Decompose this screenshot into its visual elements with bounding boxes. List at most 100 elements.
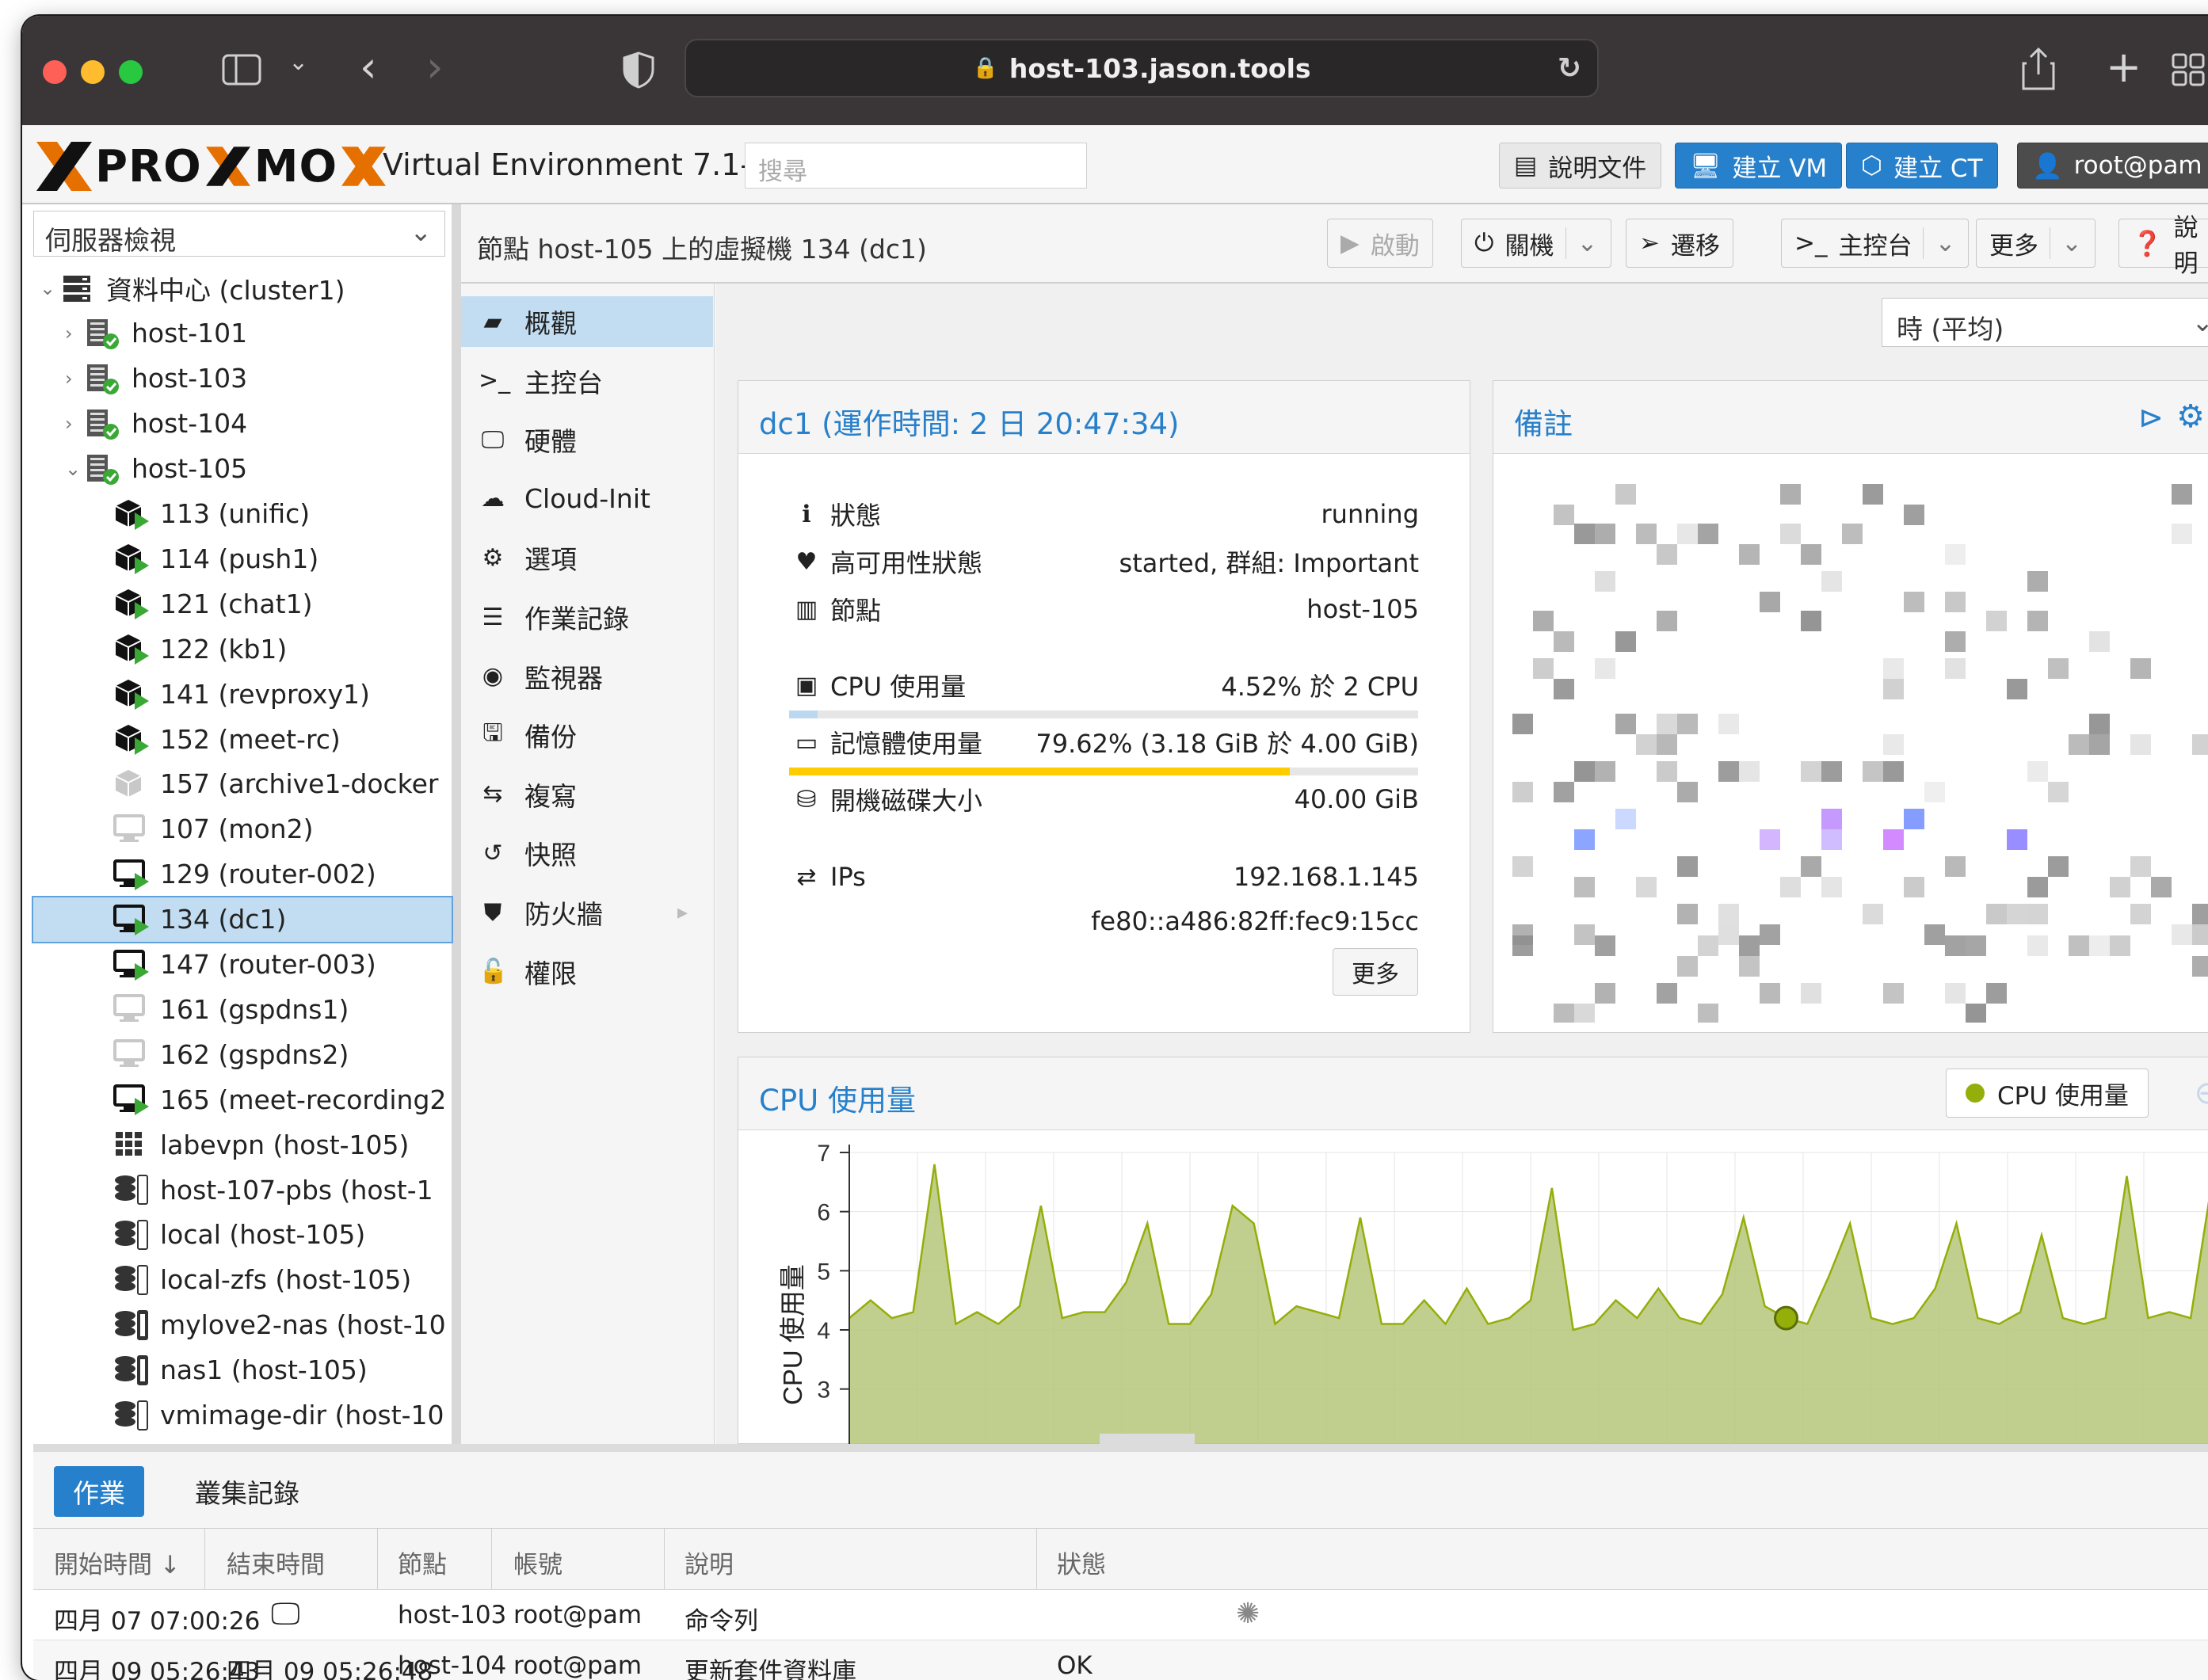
data-point[interactable] — [996, 1322, 1001, 1327]
create-ct-button[interactable]: ⬡ 建立 CT — [1846, 143, 1998, 189]
tree-node[interactable]: host-107-pbs (host-1 — [33, 1168, 452, 1212]
data-point[interactable] — [1401, 1322, 1405, 1327]
chevron-down-icon[interactable]: ⌄ — [1935, 229, 1955, 257]
tree-node[interactable]: ⌄ 資料中心 (cluster1) — [33, 266, 452, 310]
tree-node[interactable]: 162 (gspdns2) — [33, 1032, 452, 1076]
tree-node[interactable]: › host-103 — [33, 356, 452, 401]
tree-node[interactable]: mylove2-nas (host-10 — [33, 1303, 452, 1347]
column-node[interactable]: 節點 — [398, 1545, 447, 1580]
tree-node[interactable]: 121 (chat1) — [33, 581, 452, 626]
data-point[interactable] — [1699, 1322, 1703, 1327]
collapse-icon[interactable]: ⌄ — [65, 458, 82, 480]
data-point[interactable] — [1805, 1322, 1809, 1327]
data-point[interactable] — [1954, 1221, 1959, 1226]
data-point[interactable] — [1081, 1310, 1086, 1315]
data-point[interactable] — [1188, 1322, 1192, 1327]
data-point[interactable] — [1528, 1298, 1533, 1303]
tree-node[interactable]: ⌄ host-105 — [33, 447, 452, 491]
data-point[interactable] — [2103, 1316, 2108, 1320]
close-window-button[interactable] — [43, 60, 67, 84]
collapse-icon[interactable]: ⊖ — [2194, 1075, 2208, 1111]
menu-item[interactable]: ⇆ 複寫 — [461, 769, 713, 820]
column-end-time[interactable]: 結束時間 — [227, 1545, 325, 1580]
menu-item[interactable]: ▰ 概觀 — [461, 296, 713, 347]
data-point[interactable] — [932, 1162, 937, 1167]
address-bar[interactable]: 🔒 host-103.jason.tools ↻ — [685, 39, 1599, 97]
tree-node[interactable]: local (host-105) — [33, 1213, 452, 1257]
data-point[interactable] — [1996, 1322, 2001, 1327]
more-ips-button[interactable]: 更多 — [1333, 948, 1418, 996]
data-point[interactable] — [2188, 1316, 2193, 1320]
data-point[interactable] — [1422, 1298, 1427, 1303]
data-point[interactable] — [1337, 1316, 1341, 1320]
menu-item[interactable]: ◉ 監視器 — [461, 651, 713, 702]
data-point[interactable] — [953, 1322, 958, 1327]
menu-item[interactable]: ⚙ 選項 — [461, 532, 713, 583]
tree-node[interactable]: vmimage-dir (host-10 — [33, 1393, 452, 1438]
column-start-time[interactable]: 開始時間 ↓ — [54, 1545, 181, 1580]
data-point[interactable] — [1763, 1304, 1768, 1309]
expand-icon[interactable]: › — [65, 322, 82, 345]
tree-node[interactable]: 165 (meet-recording2 — [33, 1077, 452, 1122]
tree-node[interactable]: 113 (unific) — [33, 492, 452, 536]
data-point[interactable] — [1230, 1203, 1235, 1208]
data-point[interactable] — [1741, 1215, 1746, 1220]
data-point[interactable] — [868, 1298, 873, 1303]
data-point[interactable] — [2061, 1316, 2065, 1320]
timeframe-selector[interactable]: 時 (平均) ⌄ — [1882, 298, 2208, 347]
data-point[interactable] — [2167, 1310, 2172, 1315]
task-row[interactable]: 四月 07 07:00:26 host-103 root@pam 命令列 🖵 ✺ — [33, 1590, 2208, 1640]
data-point[interactable] — [1677, 1316, 1682, 1320]
user-menu-button[interactable]: 👤 root@pam — [2017, 143, 2208, 189]
start-button[interactable]: ▶ 啟動 — [1327, 219, 1433, 268]
data-point[interactable] — [1912, 1316, 1916, 1320]
data-point[interactable] — [1103, 1310, 1108, 1315]
tree-node[interactable]: 107 (mon2) — [33, 807, 452, 851]
tab-cluster-log[interactable]: 叢集記錄 — [176, 1466, 318, 1517]
search-input[interactable]: 搜尋 — [745, 143, 1087, 189]
maximize-window-button[interactable] — [119, 60, 143, 84]
menu-item[interactable]: ☁ Cloud-Init — [461, 474, 713, 524]
data-point[interactable] — [911, 1310, 916, 1315]
collapse-icon[interactable]: ⌄ — [40, 277, 57, 299]
data-point[interactable] — [1571, 1328, 1576, 1332]
column-description[interactable]: 說明 — [685, 1545, 734, 1580]
data-point[interactable] — [1848, 1221, 1852, 1226]
tree-node[interactable]: 152 (meet-rc) — [33, 717, 452, 761]
reload-icon[interactable]: ↻ — [1558, 52, 1581, 85]
data-point[interactable] — [2018, 1310, 2023, 1315]
tab-overview-icon[interactable] — [2171, 52, 2206, 93]
tree-node[interactable]: nas1 (host-105) — [33, 1348, 452, 1392]
data-point[interactable] — [1145, 1221, 1150, 1226]
data-point[interactable] — [1507, 1316, 1512, 1320]
menu-item[interactable]: 🖵 硬體 — [461, 414, 713, 465]
data-point[interactable] — [1975, 1316, 1980, 1320]
back-icon[interactable]: ‹ — [360, 46, 377, 89]
sidebar-toggle-icon[interactable] — [222, 52, 263, 93]
data-point[interactable] — [1550, 1186, 1554, 1190]
tree-node[interactable]: 114 (push1) — [33, 536, 452, 581]
data-point[interactable] — [1273, 1322, 1278, 1327]
tree-node[interactable]: 141 (revproxy1) — [33, 672, 452, 716]
tree-node[interactable]: › host-104 — [33, 402, 452, 446]
data-point[interactable] — [1656, 1286, 1661, 1291]
create-vm-button[interactable]: 🖥 建立 VM — [1675, 143, 1843, 189]
data-point[interactable] — [2039, 1233, 2044, 1238]
tree-node[interactable]: 147 (router-003) — [33, 943, 452, 987]
new-tab-icon[interactable]: + — [2106, 46, 2141, 89]
data-point[interactable] — [1166, 1322, 1171, 1327]
gear-icon[interactable]: ⚙ — [2176, 398, 2205, 435]
forward-icon[interactable]: › — [426, 46, 444, 89]
more-button[interactable]: 更多 ⌄ — [1976, 219, 2096, 268]
tree-node[interactable]: 134 (dc1) — [32, 895, 453, 943]
column-user[interactable]: 帳號 — [513, 1545, 562, 1580]
data-point[interactable] — [1720, 1292, 1725, 1297]
docs-button[interactable]: ▤ 說明文件 — [1499, 143, 1662, 189]
data-point[interactable] — [1614, 1298, 1619, 1303]
tree-node[interactable]: › host-101 — [33, 311, 452, 356]
tree-node[interactable]: 129 (router-002) — [33, 852, 452, 897]
menu-item[interactable]: >_ 主控台 — [461, 356, 713, 406]
data-point[interactable] — [1294, 1304, 1298, 1309]
data-point[interactable] — [2145, 1316, 2150, 1320]
expand-icon[interactable]: › — [65, 368, 82, 390]
